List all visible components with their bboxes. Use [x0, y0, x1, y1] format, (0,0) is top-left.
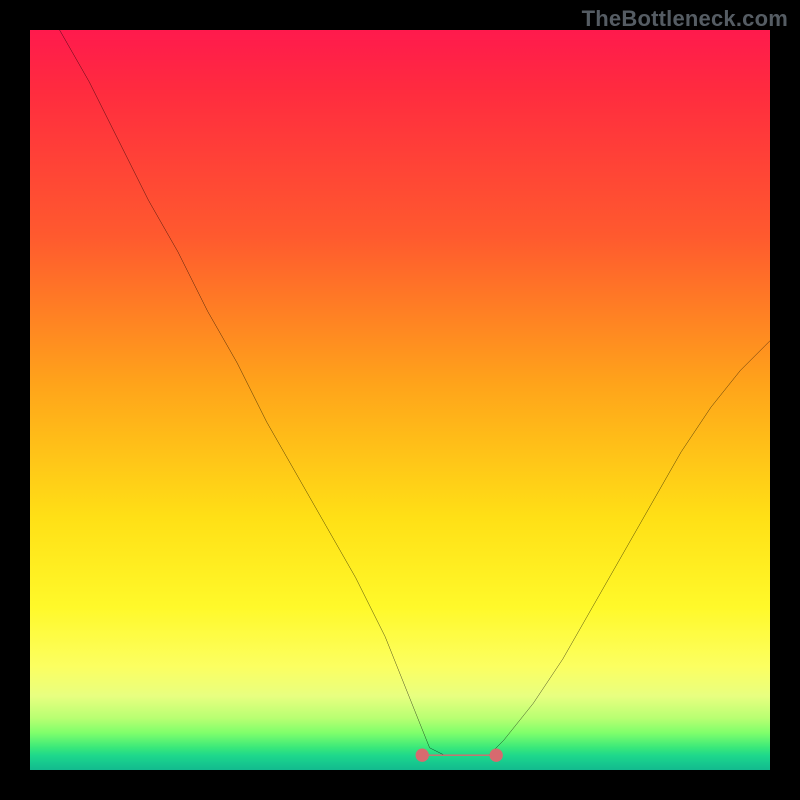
chart-stage: TheBottleneck.com: [0, 0, 800, 800]
optimal-flat-dot-left: [416, 749, 429, 762]
bottleneck-curve: [60, 30, 770, 755]
watermark-text: TheBottleneck.com: [582, 6, 788, 32]
optimal-flat-dot-right: [490, 749, 503, 762]
plot-area: [30, 30, 770, 770]
curve-layer: [30, 30, 770, 770]
